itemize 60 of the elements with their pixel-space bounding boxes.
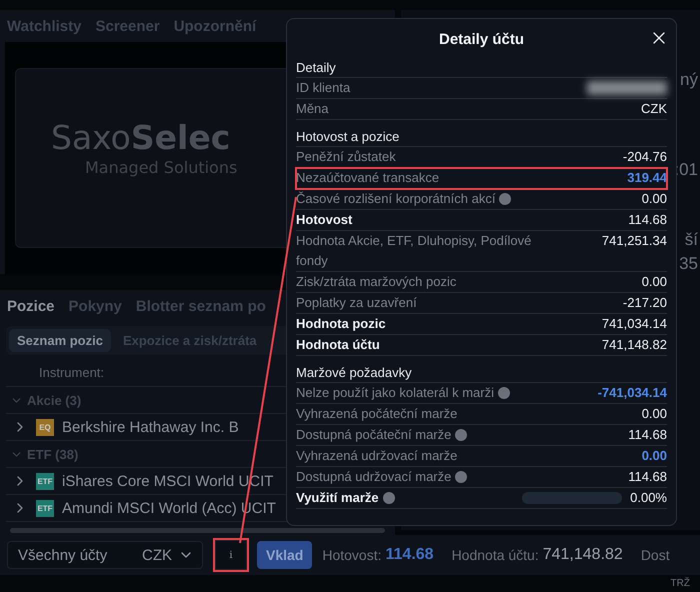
row-value: 0.00%	[630, 489, 667, 507]
text-fragment: ný	[680, 70, 698, 90]
row-label: Nezaúčtované transakce	[296, 169, 440, 187]
brand-logo: SaxoSelec	[51, 121, 230, 154]
asset-type-tag: ETF	[36, 472, 54, 490]
row-label: Poplatky za uzavření	[296, 294, 417, 312]
row-label: Hodnota účtu	[296, 336, 380, 354]
asset-type-tag: EQ	[36, 418, 54, 436]
row-value: -204.76	[622, 148, 667, 166]
row-value: 741,251.34	[602, 232, 667, 250]
help-icon[interactable]	[499, 193, 512, 205]
asset-type-tag: ETF	[36, 500, 54, 516]
cash-label: Hotovost:	[322, 547, 382, 563]
instrument-name: Berkshire Hathaway Inc. B	[62, 418, 239, 436]
row-value: 0.00	[642, 273, 667, 291]
row-label: Měna	[296, 100, 329, 118]
section-title: Detaily	[296, 59, 667, 78]
scrollbar[interactable]	[10, 528, 385, 533]
dialog-title: Detaily účtu	[438, 30, 524, 48]
row-value: 741,034.14	[602, 315, 667, 333]
row-value: CZK	[641, 100, 667, 118]
row-value: 0.00	[642, 405, 667, 423]
row-label: Hotovost	[296, 211, 352, 229]
row-label: Hodnota Akcie, ETF, Dluhopisy, Podílové fondy	[296, 232, 532, 270]
section-title: Maržové požadavky	[296, 364, 667, 383]
row-label: Časové rozlišení korporátních akcí	[296, 189, 512, 209]
group-label: ETF (38)	[27, 446, 78, 462]
row-value: 741,148.82	[602, 336, 667, 354]
row-value: 0.00	[642, 190, 667, 208]
text-fragment: :01	[674, 160, 698, 180]
help-icon[interactable]	[455, 471, 468, 483]
row-label: Peněžní zůstatek	[296, 148, 396, 166]
row-label: Zisk/ztráta maržových pozic	[296, 273, 456, 291]
account-value-label: Hodnota účtu:	[452, 547, 539, 563]
help-icon[interactable]	[455, 429, 468, 441]
text-fragment: ší	[684, 230, 698, 250]
row-value: 114.68	[628, 468, 667, 486]
deposit-button[interactable]: Vklad	[257, 541, 312, 569]
row-value: 114.68	[628, 211, 667, 229]
currency-label: CZK	[142, 546, 172, 564]
group-label: Akcie (3)	[27, 392, 82, 408]
text-fragment: TRŽ	[670, 578, 690, 589]
row-value: -741,034.14	[598, 384, 667, 402]
cash-value: 114.68	[386, 546, 434, 564]
help-icon[interactable]	[382, 492, 395, 504]
info-button[interactable]: i	[215, 540, 247, 570]
section-title: Hotovost a pozice	[296, 128, 667, 147]
account-value: 741,148.82	[542, 546, 623, 564]
row-label: Hodnota pozic	[296, 315, 386, 333]
tab[interactable]: Pozice	[7, 298, 55, 314]
row-value: -217.20	[622, 294, 667, 312]
row-value: 319.44	[627, 169, 667, 187]
text-fragment: Dost	[640, 547, 670, 563]
text-fragment: 35	[679, 254, 698, 274]
row-value: 114.68	[628, 426, 667, 444]
help-icon[interactable]	[498, 387, 510, 399]
subtab[interactable]: Seznam pozic	[9, 329, 111, 352]
row-label: ID klienta	[296, 79, 350, 97]
account-select[interactable]: Všechny účty CZK	[7, 541, 203, 569]
row-value: 0.00	[642, 447, 667, 465]
